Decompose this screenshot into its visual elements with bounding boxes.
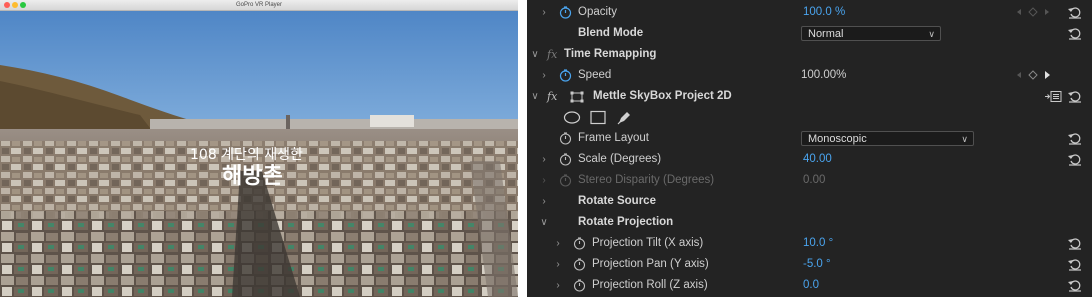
rectangle-mask-icon[interactable] (589, 110, 607, 125)
stopwatch-icon[interactable] (573, 237, 586, 250)
frame-layout-selected: Monoscopic (808, 133, 867, 145)
skybox-effect-row: ∨ fx Mettle SkyBox Project 2D (527, 86, 1092, 107)
time-remapping-label: Time Remapping (564, 48, 657, 60)
reset-icon[interactable] (1067, 236, 1083, 250)
chevron-right-icon[interactable]: › (539, 191, 549, 212)
player-titlebar: GoPro VR Player (0, 0, 518, 11)
chevron-down-icon[interactable]: ∨ (530, 44, 540, 65)
video-viewport[interactable]: 108 계단의 재생한 해방촌 (0, 11, 518, 297)
next-keyframe-icon[interactable] (1042, 7, 1052, 17)
effect-menu-icon[interactable] (1044, 90, 1062, 103)
stopwatch-icon[interactable] (573, 279, 586, 292)
stereo-disparity-value: 0.00 (803, 174, 826, 186)
prev-keyframe-icon[interactable] (1014, 70, 1024, 80)
prev-keyframe-icon[interactable] (1014, 7, 1024, 17)
projection-pan-label: Projection Pan (Y axis) (592, 258, 709, 270)
reset-icon[interactable] (1067, 257, 1083, 271)
pen-mask-icon[interactable] (615, 110, 633, 125)
fx-icon[interactable]: fx (547, 90, 557, 103)
reset-icon[interactable] (1067, 89, 1083, 103)
stopwatch-icon[interactable] (559, 132, 572, 145)
projection-roll-row: › Projection Roll (Z axis) 0.0 (527, 275, 1092, 296)
frame-layout-label: Frame Layout (578, 132, 649, 144)
reset-icon[interactable] (1067, 5, 1083, 19)
frame-layout-dropdown[interactable]: Monoscopic ∨ (801, 131, 974, 146)
rotate-projection-label: Rotate Projection (578, 216, 674, 228)
opacity-label: Opacity (578, 6, 617, 18)
reset-icon[interactable] (1067, 131, 1083, 145)
next-keyframe-icon[interactable] (1042, 70, 1052, 80)
reset-icon[interactable] (1067, 152, 1083, 166)
chevron-right-icon[interactable]: › (539, 149, 549, 170)
ellipse-mask-icon[interactable] (563, 110, 581, 125)
opacity-row: › Opacity 100.0 % (527, 2, 1092, 23)
projection-pan-value[interactable]: -5.0 ° (803, 254, 831, 275)
projection-roll-value[interactable]: 0.0 (803, 275, 819, 296)
stopwatch-icon (559, 174, 572, 187)
speed-label: Speed (578, 69, 612, 81)
overlay-caption-line1: 108 계단의 재생한 (190, 147, 303, 163)
projection-pan-row: › Projection Pan (Y axis) -5.0 ° (527, 254, 1092, 275)
chevron-right-icon[interactable]: › (553, 233, 563, 254)
rotate-projection-row: ∨ Rotate Projection (527, 212, 1092, 233)
vr-player-window: GoPro VR Player 108 계단의 재생한 해방촌 (0, 0, 518, 297)
projection-tilt-value[interactable]: 10.0 ° (803, 233, 833, 254)
blend-mode-dropdown[interactable]: Normal ∨ (801, 26, 941, 41)
scale-row: › Scale (Degrees) 40.00 (527, 149, 1092, 170)
chevron-right-icon[interactable]: › (539, 170, 549, 191)
add-keyframe-icon[interactable] (1028, 70, 1038, 80)
add-keyframe-icon[interactable] (1028, 7, 1038, 17)
chevron-right-icon[interactable]: › (553, 254, 563, 275)
overlay-caption-line2: 해방촌 (222, 164, 283, 189)
chevron-right-icon[interactable]: › (553, 275, 563, 296)
blend-mode-label: Blend Mode (578, 27, 644, 39)
frame-layout-row: Frame Layout Monoscopic ∨ (527, 128, 1092, 149)
scale-label: Scale (Degrees) (578, 153, 662, 165)
stopwatch-icon[interactable] (559, 69, 572, 82)
chevron-down-icon[interactable]: ∨ (539, 212, 549, 233)
reset-icon[interactable] (1067, 26, 1083, 40)
chevron-down-icon: ∨ (928, 29, 935, 39)
projection-tilt-row: › Projection Tilt (X axis) 10.0 ° (527, 233, 1092, 254)
time-remapping-row: ∨ fx Time Remapping (527, 44, 1092, 65)
scale-value[interactable]: 40.00 (803, 149, 832, 170)
blend-mode-row: Blend Mode Normal ∨ (527, 23, 1092, 44)
reset-icon[interactable] (1067, 278, 1083, 292)
projection-tilt-label: Projection Tilt (X axis) (592, 237, 704, 249)
chevron-down-icon[interactable]: ∨ (530, 86, 540, 107)
stopwatch-icon[interactable] (573, 258, 586, 271)
speed-row: › Speed 100.00% (527, 65, 1092, 86)
mask-tools-row (527, 107, 1092, 128)
rotate-source-label: Rotate Source (578, 195, 656, 207)
chevron-down-icon: ∨ (961, 134, 968, 144)
player-window-title: GoPro VR Player (235, 2, 283, 8)
chevron-right-icon[interactable]: › (539, 65, 549, 86)
skybox-effect-label: Mettle SkyBox Project 2D (593, 90, 732, 102)
fx-icon[interactable]: fx (547, 48, 557, 61)
projection-roll-label: Projection Roll (Z axis) (592, 279, 708, 291)
transform-box-icon[interactable] (570, 91, 584, 103)
opacity-value[interactable]: 100.0 % (803, 2, 845, 23)
rotate-source-row: › Rotate Source (527, 191, 1092, 212)
stereo-disparity-label: Stereo Disparity (Degrees) (578, 174, 715, 186)
stopwatch-icon[interactable] (559, 153, 572, 166)
blend-mode-selected: Normal (808, 28, 844, 40)
speed-value[interactable]: 100.00% (801, 65, 846, 86)
stereo-disparity-row: › Stereo Disparity (Degrees) 0.00 (527, 170, 1092, 191)
stopwatch-icon[interactable] (559, 6, 572, 19)
chevron-right-icon[interactable]: › (539, 2, 549, 23)
effect-controls-panel: › Opacity 100.0 % Blend Mode Normal ∨ ∨ … (527, 0, 1092, 297)
